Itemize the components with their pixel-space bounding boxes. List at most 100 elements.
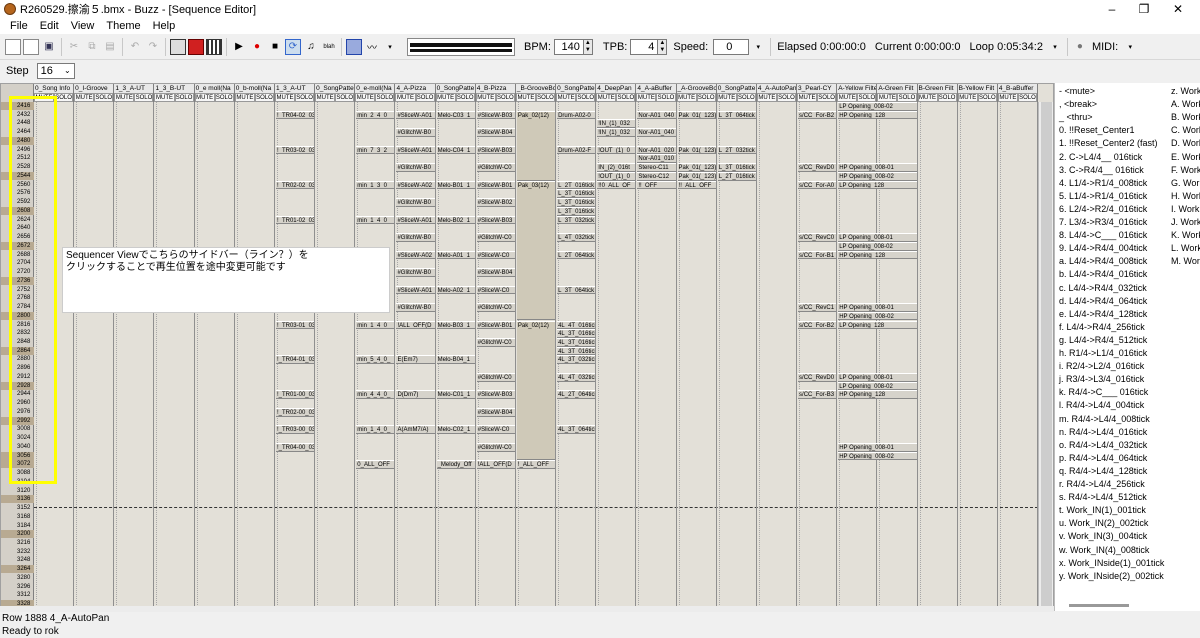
solo-button[interactable]: SOLO: [736, 93, 756, 102]
save-icon[interactable]: ▣: [41, 39, 57, 55]
wave-list-item[interactable]: 7. L3/4->R3/4_016tick: [1059, 216, 1147, 229]
pattern-block[interactable]: !ALL_OFF(D: [476, 460, 515, 470]
pattern-block[interactable]: #GlitchW-C0: [476, 337, 515, 347]
row-number[interactable]: 3312: [1, 591, 34, 599]
track-header[interactable]: A-Yellow Filte MUTE SOLO: [837, 84, 878, 102]
pattern-block[interactable]: L_3T_064tick: [717, 110, 756, 120]
pattern-block[interactable]: L_3T_016tick: [557, 189, 596, 199]
wave-list-item[interactable]: k. R4/4->C___ 016tick: [1059, 386, 1148, 399]
track-header[interactable]: 0_e-moll(Na MUTE SOLO: [355, 84, 396, 102]
bpm-field[interactable]: 140: [553, 38, 584, 55]
track-header[interactable]: 4_A-Pizza MUTE SOLO: [395, 84, 436, 102]
pattern-block[interactable]: min_1_4_0_: [356, 320, 395, 330]
solo-button[interactable]: SOLO: [375, 93, 395, 102]
wave-list-item[interactable]: v. Work_IN(3)_004tick: [1059, 530, 1147, 543]
pattern-block[interactable]: Melo-C04_1: [436, 145, 475, 155]
track-header[interactable]: 4_DeepPan MUTE SOLO: [596, 84, 637, 102]
pattern-block[interactable]: Melo-C02_1: [436, 425, 475, 435]
close-icon[interactable]: ✕: [1162, 0, 1194, 18]
track-column[interactable]: [797, 102, 838, 607]
wave-list-panel[interactable]: - <mute>, <break> _ <thru> 0. !!Reset_Cent…: [1054, 83, 1200, 611]
pattern-block[interactable]: L_3T_032tick: [557, 215, 596, 225]
midi-dropdown-icon[interactable]: ▾: [1122, 39, 1138, 55]
pattern-block[interactable]: Pak_02(12): [516, 320, 556, 461]
pattern-block[interactable]: !_TR01-02_032: [275, 215, 315, 225]
wave-list-item[interactable]: E. Work: [1171, 151, 1200, 164]
wave-list-item[interactable]: 8. L4/4->C___ 016tick: [1059, 229, 1147, 242]
wave-list-item[interactable]: M. Work: [1171, 255, 1200, 268]
minimize-icon[interactable]: –: [1096, 0, 1128, 18]
pattern-block[interactable]: #SliceW-A01: [396, 215, 435, 225]
pattern-block[interactable]: #GlitchW-B0: [396, 198, 435, 207]
pattern-block[interactable]: Pak_03(12): [516, 180, 556, 321]
track-column[interactable]: [757, 102, 798, 607]
wave-list-item[interactable]: f. L4/4->R4/4_256tick: [1059, 321, 1145, 334]
wave-list-item[interactable]: y. Work_INside(2)_002tick: [1059, 570, 1164, 583]
pattern-block[interactable]: 4L_3T_016tick: [557, 337, 596, 347]
pattern-block[interactable]: Pak_02(12): [516, 110, 556, 181]
wave-list-item[interactable]: 0. !!Reset_Center1: [1059, 124, 1135, 137]
wave-list-item[interactable]: J. Work: [1171, 216, 1200, 229]
pattern-block[interactable]: E(Em7): [396, 355, 435, 365]
pattern-block[interactable]: #SliceW-C0: [476, 250, 515, 260]
solo-button[interactable]: SOLO: [254, 93, 274, 102]
pattern-block[interactable]: min_1_3_0_: [356, 180, 395, 190]
track-header[interactable]: 0_SongPatte MUTE SOLO: [315, 84, 356, 102]
pattern-block[interactable]: Pak_01(_123): [677, 171, 716, 181]
redo-icon[interactable]: ↷: [145, 39, 161, 55]
pattern-block[interactable]: HP Opening_008-01: [838, 163, 917, 172]
pattern-block[interactable]: #SliceW-B03: [476, 215, 515, 225]
pattern-block[interactable]: Drum-A02-F: [557, 145, 596, 155]
solo-button[interactable]: SOLO: [415, 93, 435, 102]
pattern-block[interactable]: #SliceW-B04: [476, 407, 515, 417]
pattern-block[interactable]: #SliceW-B03: [476, 390, 515, 400]
wave-list-item[interactable]: , <break>: [1059, 98, 1097, 111]
wave-list-item[interactable]: F. Work: [1171, 164, 1200, 177]
pattern-block[interactable]: LP Opening_008-02: [838, 381, 917, 391]
pattern-block[interactable]: s/CC_For-B3: [798, 390, 837, 400]
pattern-block[interactable]: s/CC_For-B2: [798, 320, 837, 330]
solo-button[interactable]: SOLO: [94, 93, 114, 102]
wave-list-item[interactable]: j. R3/4->L3/4_016tick: [1059, 373, 1144, 386]
pattern-block[interactable]: #GlitchW-B0: [396, 233, 435, 242]
wave-list-item[interactable]: g. L4/4->R4/4_512tick: [1059, 334, 1147, 347]
pattern-block[interactable]: s/CC_For-A0: [798, 180, 837, 190]
pattern-view-icon[interactable]: [188, 38, 204, 55]
dropdown-arrow-icon[interactable]: ▾: [382, 39, 398, 55]
pattern-block[interactable]: Nor-A01_040: [637, 110, 676, 120]
solo-button[interactable]: SOLO: [817, 93, 837, 102]
pattern-block[interactable]: IN_(2)_016t: [597, 163, 636, 172]
wave-edit-icon[interactable]: 〰: [364, 39, 380, 55]
wave-list-item[interactable]: A. Work: [1171, 98, 1200, 111]
wave-list-item[interactable]: 6. L2/4->R2/4_016tick: [1059, 203, 1147, 216]
mute-button[interactable]: MUTE: [114, 93, 135, 102]
track-column[interactable]: [315, 102, 356, 607]
pattern-block[interactable]: !_TR01-00_032: [275, 390, 315, 400]
solo-button[interactable]: SOLO: [495, 93, 515, 102]
pattern-block[interactable]: !_TR04-00_032: [275, 442, 315, 452]
pattern-block[interactable]: Melo-B01_1: [436, 180, 475, 190]
time-dropdown-icon[interactable]: ▾: [1047, 39, 1063, 55]
track-header[interactable]: 0_SongPatte MUTE SOLO: [435, 84, 476, 102]
row-number[interactable]: 3296: [1, 583, 34, 591]
track-header[interactable]: 4_B-aBuffer MUTE SOLO: [997, 84, 1038, 102]
mute-button[interactable]: MUTE: [756, 93, 777, 102]
wave-list-item[interactable]: h. R1/4->L1/4_016tick: [1059, 347, 1147, 360]
track-header[interactable]: _B-GrooveBo MUTE SOLO: [515, 84, 557, 102]
wave-list-item[interactable]: 9. L4/4->R4/4_004tick: [1059, 242, 1147, 255]
track-header[interactable]: 0_SongPatte MUTE SOLO: [716, 84, 757, 102]
track-header[interactable]: 4_A-AutoPan MUTE SOLO: [756, 84, 798, 102]
tpb-field[interactable]: 4: [630, 38, 659, 55]
track-column[interactable]: [74, 102, 115, 607]
pattern-block[interactable]: Melo-C01_1: [436, 390, 475, 400]
wave-list-item[interactable]: x. Work_INside(1)_001tick: [1059, 557, 1164, 570]
pattern-block[interactable]: min_4_4_0_: [356, 390, 395, 400]
wave-list-item[interactable]: B. Work: [1171, 111, 1200, 124]
pattern-block[interactable]: !OUT_(1)_0: [597, 145, 636, 155]
track-header[interactable]: 1_3_B-UT MUTE SOLO: [154, 84, 195, 102]
menu-help[interactable]: Help: [153, 20, 176, 32]
pattern-block[interactable]: 4L_3T_016tick: [557, 329, 596, 338]
sequence-view-icon[interactable]: [206, 38, 222, 55]
pattern-block[interactable]: HP Opening_128: [838, 390, 917, 400]
mute-button[interactable]: MUTE: [676, 93, 697, 102]
